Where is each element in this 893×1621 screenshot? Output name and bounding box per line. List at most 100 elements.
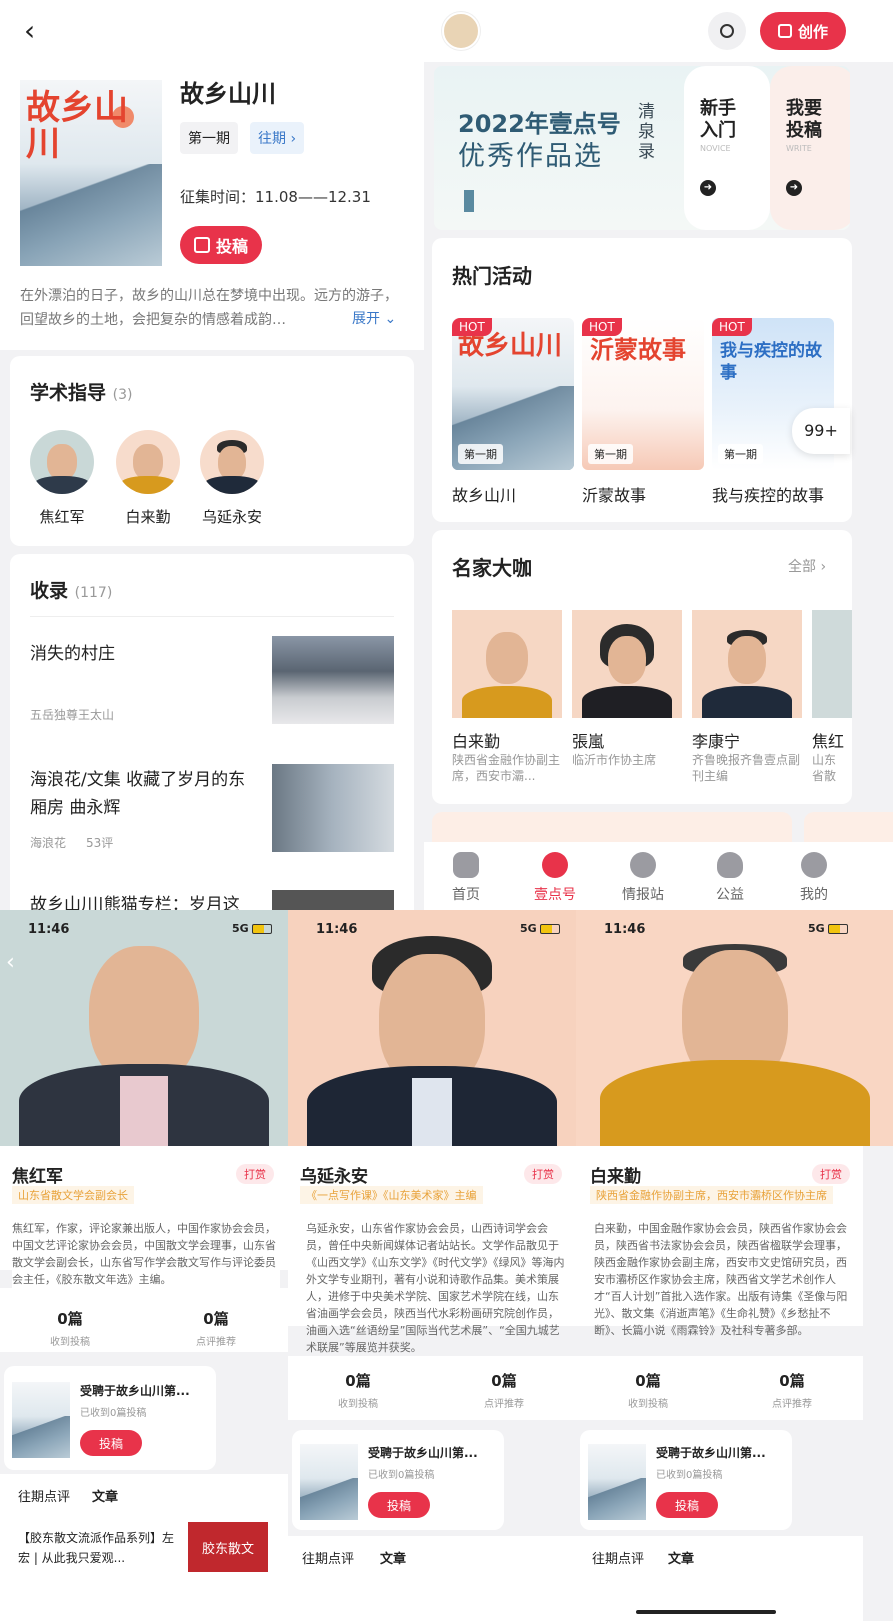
invite-sub: 已收到0篇投稿: [368, 1470, 435, 1481]
hot-tag: HOT: [452, 318, 492, 336]
create-button[interactable]: 创作: [760, 12, 846, 50]
hot-item[interactable]: 故乡山川 第一期 HOT 故乡山川: [452, 318, 574, 508]
item-title: 消失的村庄: [30, 644, 115, 664]
hot-period: 第一期: [588, 444, 633, 464]
create-label: 创作: [797, 22, 828, 41]
profile-name: 乌延永安: [300, 1167, 368, 1187]
mentor-avatar[interactable]: [116, 430, 180, 494]
back-icon[interactable]: ‹: [6, 950, 15, 975]
academic-count: (3): [112, 387, 133, 403]
banner[interactable]: 2022年壹点号 优秀作品选 清泉录 新手 入门 NOVICE ➜ 我要 投稿 …: [434, 66, 850, 230]
reward-button[interactable]: 打赏: [236, 1164, 274, 1184]
back-icon[interactable]: ‹: [24, 14, 35, 47]
profile-role: 山东省散文学会副会长: [12, 1186, 134, 1204]
master-item[interactable]: 白来勤 陕西省金融作协副主席，西安市灞...: [452, 610, 562, 790]
thumbnail-text: 胶东散文: [201, 1541, 254, 1557]
invite-cover: [588, 1444, 646, 1520]
tab-articles[interactable]: 文章: [380, 1548, 406, 1567]
item-author: 五岳独尊王太山: [30, 708, 115, 722]
mentor-avatar[interactable]: [200, 430, 264, 494]
tab-home[interactable]: 首页: [438, 852, 494, 904]
invite-submit-button[interactable]: 投稿: [656, 1492, 718, 1518]
tab-charity[interactable]: 公益: [702, 852, 758, 904]
activity-cover: 故乡山川: [20, 80, 162, 266]
profile-role: 陕西省金融作协副主席，西安市灞桥区作协主席: [590, 1186, 833, 1204]
stat-number: 0篇: [635, 1372, 661, 1390]
master-desc: 齐鲁晚报齐鲁壹点副刊主编: [692, 753, 801, 783]
profile-panel: 11:46 5G 白来勤 打赏 陕西省金融作协副主席，西安市灞桥区作协主席 白来…: [576, 910, 893, 1621]
expand-link[interactable]: 展开 ⌄: [346, 308, 397, 328]
expand-label: 展开: [352, 311, 380, 327]
tab-label: 我的: [800, 887, 828, 903]
invite-sub: 已收到0篇投稿: [656, 1470, 723, 1481]
search-icon[interactable]: [708, 12, 746, 50]
arrow-right-icon: ➜: [786, 180, 802, 196]
invite-sub: 已收到0篇投稿: [80, 1408, 147, 1419]
stat-number: 0篇: [345, 1372, 371, 1390]
tab-articles[interactable]: 文章: [668, 1548, 694, 1567]
tab-info-station[interactable]: 情报站: [612, 852, 674, 904]
collection-item[interactable]: 消失的村庄 五岳独尊王太山: [30, 634, 394, 734]
stat-label: 点评推荐: [772, 1399, 812, 1410]
item-comments: 53评: [86, 836, 114, 850]
battery-icon: [828, 924, 848, 934]
tab-past-reviews[interactable]: 往期点评: [18, 1486, 70, 1505]
profile-photo: [0, 910, 288, 1146]
article-title: 【胶东散文流派作品系列】左宏 | 从此我只爱观...: [18, 1531, 175, 1565]
past-period-link[interactable]: 往期 ›: [250, 122, 305, 154]
reward-button[interactable]: 打赏: [812, 1164, 850, 1184]
invite-card[interactable]: 受聘于故乡山川第... 已收到0篇投稿 投稿: [292, 1430, 504, 1530]
profile-bio: 白来勤，中国金融作家协会会员，陕西省作家协会会员，陕西省书法家协会会员，陕西省楹…: [594, 1222, 848, 1337]
banner-side: 清泉录: [638, 102, 655, 162]
home-icon: [453, 852, 479, 878]
charity-heart-icon: [717, 852, 743, 878]
article-item[interactable]: 【胶东散文流派作品系列】左宏 | 从此我只爱观... 胶东散文: [0, 1522, 288, 1621]
tab-past-reviews[interactable]: 往期点评: [592, 1548, 644, 1567]
status-network: 5G: [808, 922, 825, 935]
masters-all-link[interactable]: 全部 ›: [788, 556, 826, 576]
submit-button[interactable]: 投稿: [180, 226, 262, 264]
academic-card: 学术指导 (3) 焦红军 白来勤 乌延永安: [10, 356, 414, 546]
master-item[interactable]: 焦红 山东省散文学会会长: [812, 610, 852, 790]
reward-button[interactable]: 打赏: [524, 1164, 562, 1184]
master-name: 白来勤: [452, 732, 501, 751]
tab-mine[interactable]: 我的: [786, 852, 842, 904]
shirt-collar: [120, 1076, 168, 1146]
invite-card[interactable]: 受聘于故乡山川第... 已收到0篇投稿 投稿: [580, 1430, 792, 1530]
hot-period: 第一期: [458, 444, 503, 464]
tab-past-reviews[interactable]: 往期点评: [302, 1548, 354, 1567]
academic-title-text: 学术指导: [30, 382, 107, 404]
hot-item[interactable]: 沂蒙故事 第一期 HOT 沂蒙故事: [582, 318, 704, 508]
home-indicator: [636, 1610, 776, 1614]
collection-item[interactable]: 海浪花/文集 收藏了岁月的东厢房 曲永辉 海浪花 53评: [30, 762, 394, 862]
profile-stats: 0篇 收到投稿 0篇 点评推荐: [288, 1356, 576, 1420]
profile-photo: [576, 910, 893, 1146]
invite-submit-button[interactable]: 投稿: [80, 1430, 142, 1456]
profile-tabs: 往期点评 文章: [288, 1536, 576, 1621]
invite-card[interactable]: 受聘于故乡山川第... 已收到0篇投稿 投稿: [4, 1366, 216, 1470]
master-item[interactable]: 張嵐 临沂市作协主席: [572, 610, 682, 790]
mentor-avatar[interactable]: [30, 430, 94, 494]
stat-label: 收到投稿: [628, 1399, 668, 1410]
tab-articles[interactable]: 文章: [92, 1486, 118, 1505]
user-avatar[interactable]: [442, 12, 480, 50]
stat-number: 0篇: [203, 1310, 229, 1328]
hot-cover-text: 沂蒙故事: [590, 335, 686, 364]
article-thumbnail: 胶东散文: [188, 1522, 268, 1572]
invite-submit-button[interactable]: 投稿: [368, 1492, 430, 1518]
write-card[interactable]: 我要 投稿 WRITE ➜: [770, 66, 850, 230]
status-time: 11:46: [28, 922, 70, 937]
period-tag: 第一期: [180, 122, 238, 154]
profile-bio: 焦红军，作家，评论家兼出版人，中国作家协会会员，中国文艺评论家协会会员，中国散文…: [12, 1220, 280, 1288]
profile-role: 《一点写作课》《山东美术家》主编: [300, 1186, 483, 1204]
tab-yidianhao[interactable]: 壹点号: [524, 852, 586, 904]
boat-icon: [464, 190, 474, 212]
heart-icon: [542, 852, 568, 878]
hot-tag: HOT: [712, 318, 752, 336]
novice-card[interactable]: 新手 入门 NOVICE ➜: [684, 66, 770, 230]
novice-line2: 入门: [700, 120, 736, 141]
more-badge[interactable]: 99+: [792, 408, 850, 454]
past-period-label: 往期: [258, 131, 286, 147]
master-item[interactable]: 李康宁 齐鲁晚报齐鲁壹点副刊主编: [692, 610, 802, 790]
master-desc: 临沂市作协主席: [572, 753, 657, 767]
